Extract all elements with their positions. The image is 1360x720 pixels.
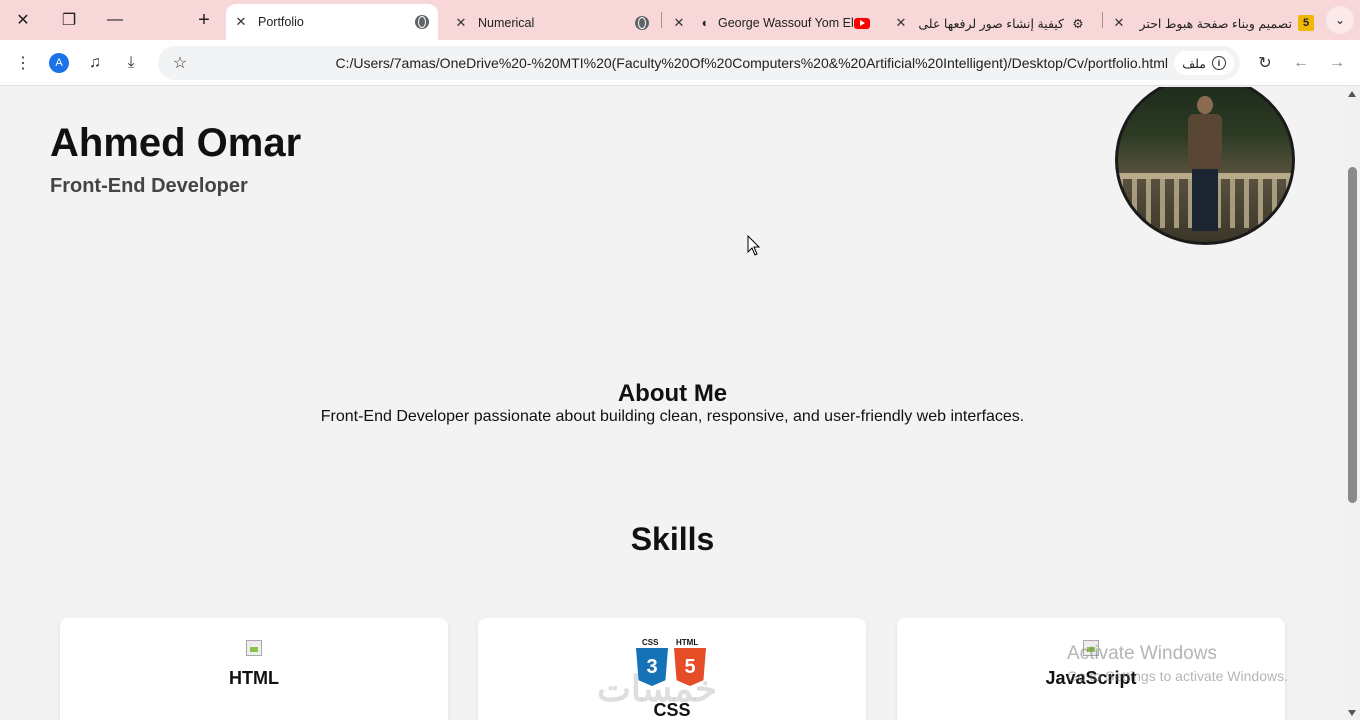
reload-button[interactable]: ↻ [1251, 49, 1279, 77]
site-info-chip[interactable]: ملف i [1174, 51, 1234, 75]
plus-icon: + [198, 8, 210, 31]
menu-button[interactable]: ⋮ [9, 49, 37, 77]
tab-close-icon[interactable]: ✕ [230, 14, 252, 30]
tab-portfolio[interactable]: ✕ Portfolio [226, 4, 438, 40]
tab-close-icon[interactable]: ✕ [450, 15, 472, 31]
profile-avatar: A [49, 53, 69, 73]
page-scrollbar[interactable] [1345, 87, 1360, 720]
minimize-window-button[interactable]: — [92, 0, 138, 40]
broken-image-icon [246, 640, 262, 656]
browser-toolbar: ⋮ A ♫ ⤓ ☆ C:/Users/7amas/OneDrive%20-%20… [0, 40, 1360, 86]
music-queue-icon: ♫ [89, 54, 101, 71]
downloads-button[interactable]: ⤓ [117, 49, 145, 77]
star-icon: ☆ [172, 55, 188, 72]
tab-arabic-images[interactable]: ✕ كيفية إنشاء صور لرفعها على ⚙ [890, 6, 1090, 40]
media-controls-button[interactable]: ♫ [81, 49, 109, 77]
about-heading: About Me [617, 380, 728, 407]
tab-separator [1102, 12, 1103, 28]
skill-label: HTML [229, 668, 279, 688]
restore-window-button[interactable]: ❐ [46, 0, 92, 40]
about-text: Front-End Developer passionate about bui… [320, 408, 1025, 425]
tab-strip: ✕ ❐ — + ✕ Portfolio ✕ Numerical ✕ ◖ Geor… [0, 0, 1360, 40]
page-subtitle: Front-End Developer [50, 175, 248, 197]
tab-title: Numerical [478, 16, 535, 30]
khamsat-watermark: خمسات [597, 668, 718, 709]
scroll-up-icon[interactable] [1348, 91, 1356, 97]
bookmark-star-button[interactable]: ☆ [166, 49, 194, 77]
tab-close-icon[interactable]: ✕ [1108, 15, 1130, 31]
page-title: Ahmed Omar [50, 121, 302, 165]
scroll-down-icon[interactable] [1348, 710, 1356, 716]
chevron-down-icon: ⌄ [1334, 13, 1346, 27]
info-icon: i [1212, 56, 1226, 70]
restore-icon: ❐ [61, 12, 77, 29]
mouse-cursor-icon [747, 235, 761, 256]
tab-close-icon[interactable]: ✕ [668, 15, 690, 31]
tab-george-wassouf[interactable]: ✕ ◖ George Wassouf Yom El [668, 6, 874, 40]
tab-title: كيفية إنشاء صور لرفعها على [918, 16, 1064, 31]
new-tab-button[interactable]: + [190, 6, 218, 34]
forward-button[interactable]: → [1323, 49, 1351, 77]
portfolio-page: Ahmed Omar Front-End Developer About Me … [0, 87, 1345, 720]
more-vertical-icon: ⋮ [15, 55, 31, 72]
tab-numerical[interactable]: ✕ Numerical [446, 6, 654, 40]
tab-landing-page[interactable]: ✕ تصميم وبناء صفحة هبوط احتر 5 [1108, 6, 1318, 40]
globe-icon [634, 15, 650, 31]
globe-icon [414, 14, 430, 30]
tab-separator [661, 12, 662, 28]
profile-button[interactable]: A [45, 49, 73, 77]
arrow-right-icon: → [1329, 54, 1345, 71]
address-bar[interactable]: ☆ C:/Users/7amas/OneDrive%20-%20MTI%20(F… [158, 46, 1240, 80]
download-icon: ⤓ [127, 54, 135, 71]
audio-playing-icon: ◖ [700, 16, 708, 30]
tab-title: تصميم وبناء صفحة هبوط احتر [1139, 16, 1292, 31]
skills-heading: Skills [630, 521, 715, 557]
skill-card-html: HTML [60, 618, 448, 720]
close-window-button[interactable]: ✕ [0, 0, 46, 40]
minimize-icon: — [107, 11, 123, 28]
chip-label: ملف [1182, 56, 1206, 71]
reload-icon: ↻ [1258, 55, 1272, 72]
youtube-icon [854, 15, 870, 31]
khamsat-icon: 5 [1298, 15, 1314, 31]
app-icon: ⚙ [1072, 16, 1084, 31]
arrow-left-icon: ← [1293, 54, 1309, 71]
url-text[interactable]: C:/Users/7amas/OneDrive%20-%20MTI%20(Fac… [335, 55, 1168, 71]
profile-photo [1115, 87, 1295, 245]
tab-close-icon[interactable]: ✕ [890, 15, 912, 31]
back-button[interactable]: ← [1287, 49, 1315, 77]
activate-windows-subtitle: Go to Settings to activate Windows. [1067, 668, 1288, 684]
tab-title: George Wassouf Yom El [718, 16, 854, 30]
scroll-thumb[interactable] [1348, 167, 1357, 503]
activate-windows-title: Activate Windows [1067, 643, 1217, 664]
tab-search-dropdown[interactable]: ⌄ [1326, 6, 1354, 34]
close-icon: ✕ [16, 12, 30, 29]
tab-title: Portfolio [258, 15, 304, 29]
